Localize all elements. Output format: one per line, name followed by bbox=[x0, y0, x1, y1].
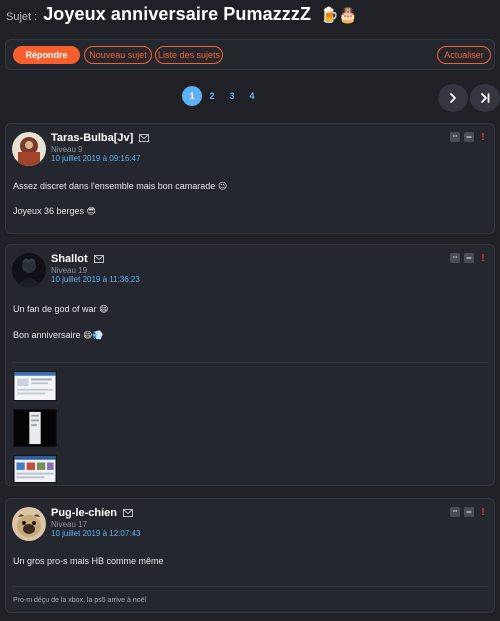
quote-icon[interactable] bbox=[450, 253, 460, 263]
topic-emoji: 🍺🎂 bbox=[320, 7, 358, 24]
avatar-image bbox=[12, 253, 46, 287]
post-date[interactable]: 10 juillet 2019 à 09:16:47 bbox=[51, 154, 140, 163]
post-date[interactable]: 10 juillet 2019 à 12:07:43 bbox=[51, 529, 140, 538]
topic-label: Sujet : bbox=[6, 11, 38, 23]
signature: Pro-m déçu de la xbox, la ps5 arrive à n… bbox=[13, 597, 147, 604]
message-card: Taras-Bulba[Jv] Niveau 9 10 juillet 2019… bbox=[5, 123, 495, 234]
post-date[interactable]: 10 juillet 2019 à 11:36:23 bbox=[51, 275, 140, 284]
page-2[interactable]: 2 bbox=[202, 86, 222, 106]
new-topic-button[interactable]: Nouveau sujet bbox=[84, 46, 152, 64]
post-divider bbox=[12, 362, 488, 363]
image-attachments bbox=[13, 371, 57, 491]
topic-header: Sujet : Joyeux anniversaire PumazzzZ 🍺🎂 bbox=[6, 4, 357, 30]
message-text: Un gros pro-s mais HB comme même bbox=[13, 556, 164, 566]
link-icon[interactable] bbox=[464, 253, 474, 263]
message-card: Pug-le-chien Niveau 17 10 juillet 2019 à… bbox=[5, 498, 495, 613]
avatar-image bbox=[12, 132, 46, 166]
author-name[interactable]: Shallot bbox=[51, 253, 88, 265]
post-actions: ! bbox=[450, 507, 488, 518]
avatar[interactable] bbox=[12, 253, 46, 287]
screenshot-thumbnail[interactable] bbox=[13, 455, 57, 483]
avatar[interactable] bbox=[12, 132, 46, 166]
page-1[interactable]: 1 bbox=[182, 86, 202, 106]
topic-title: Joyeux anniversaire PumazzzZ bbox=[43, 4, 312, 24]
next-page-button[interactable] bbox=[438, 84, 468, 112]
avatar[interactable] bbox=[12, 507, 46, 541]
author-level: Niveau 17 bbox=[51, 520, 88, 529]
pagination: 1 2 3 4 bbox=[182, 86, 262, 106]
reply-button[interactable]: Répondre bbox=[13, 46, 80, 64]
quote-icon[interactable] bbox=[450, 132, 460, 142]
link-icon[interactable] bbox=[464, 507, 474, 517]
chevron-right-icon bbox=[450, 93, 456, 103]
mail-icon[interactable] bbox=[93, 255, 104, 263]
report-icon[interactable]: ! bbox=[478, 253, 488, 264]
mail-icon[interactable] bbox=[139, 134, 150, 142]
post-divider bbox=[12, 586, 488, 587]
report-icon[interactable]: ! bbox=[478, 507, 488, 518]
author-line: Taras-Bulba[Jv] bbox=[51, 132, 150, 144]
quote-icon[interactable] bbox=[450, 507, 460, 517]
message-text: Bon anniversaire 😄💨 bbox=[13, 330, 104, 340]
author-name[interactable]: Taras-Bulba[Jv] bbox=[51, 132, 133, 144]
post-actions: ! bbox=[450, 132, 488, 143]
author-line: Shallot bbox=[51, 253, 104, 265]
page-4[interactable]: 4 bbox=[242, 86, 262, 106]
author-line: Pug-le-chien bbox=[51, 507, 134, 519]
topic-list-button[interactable]: Liste des sujets bbox=[155, 46, 223, 64]
post-actions: ! bbox=[450, 253, 488, 264]
link-icon[interactable] bbox=[464, 132, 474, 142]
refresh-button[interactable]: Actualiser bbox=[437, 46, 491, 64]
message-text: Joyeux 36 berges 😎 bbox=[13, 206, 96, 216]
author-level: Niveau 9 bbox=[51, 145, 83, 154]
last-page-button[interactable] bbox=[470, 84, 500, 112]
mail-icon[interactable] bbox=[123, 509, 134, 517]
message-text: Assez discret dans l'ensemble mais bon c… bbox=[13, 181, 228, 191]
screenshot-thumbnail[interactable] bbox=[13, 371, 57, 401]
message-card: Shallot Niveau 19 10 juillet 2019 à 11:3… bbox=[5, 244, 495, 486]
avatar-image bbox=[12, 507, 46, 541]
topic-toolbar: Répondre Nouveau sujet Liste des sujets … bbox=[5, 39, 495, 70]
chevron-last-icon bbox=[481, 93, 490, 103]
message-text: Un fan de god of war 😄 bbox=[13, 304, 109, 314]
page-3[interactable]: 3 bbox=[222, 86, 242, 106]
author-level: Niveau 19 bbox=[51, 266, 88, 275]
report-icon[interactable]: ! bbox=[478, 132, 488, 143]
author-name[interactable]: Pug-le-chien bbox=[51, 507, 117, 519]
screenshot-thumbnail[interactable] bbox=[13, 409, 57, 447]
